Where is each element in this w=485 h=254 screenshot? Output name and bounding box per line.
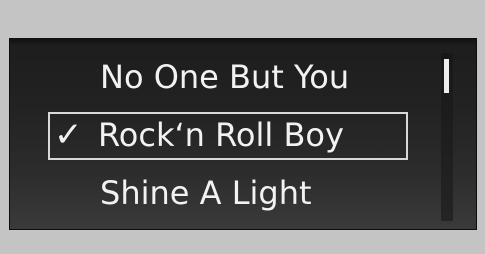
song-item-label: No One But You [100, 58, 350, 96]
song-item-label: Rock‘n Roll Boy [98, 116, 344, 154]
scrollbar-thumb[interactable] [444, 59, 449, 93]
scrollbar[interactable] [441, 53, 453, 221]
display-screen: No One But You ✓ Rock‘n Roll Boy Shine A… [9, 38, 477, 230]
song-item-shine-a-light[interactable]: Shine A Light [10, 165, 430, 221]
song-item-label: Shine A Light [100, 174, 312, 212]
song-list: No One But You ✓ Rock‘n Roll Boy Shine A… [10, 39, 430, 229]
song-item-rockn-roll-boy[interactable]: ✓ Rock‘n Roll Boy [10, 107, 430, 163]
song-item-no-one-but-you[interactable]: No One But You [10, 49, 430, 105]
check-mark-icon: ✓ [54, 115, 83, 155]
